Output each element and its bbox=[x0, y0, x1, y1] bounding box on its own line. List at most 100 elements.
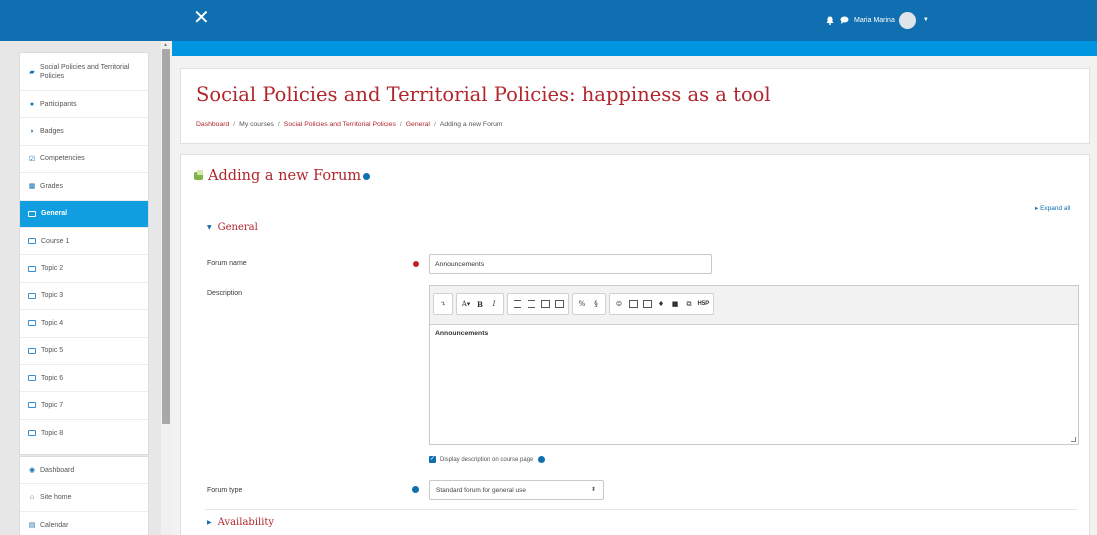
ordered-list-icon[interactable] bbox=[526, 297, 537, 311]
indent-icon[interactable] bbox=[554, 297, 565, 311]
help-icon[interactable] bbox=[412, 486, 419, 493]
nav-item-participants[interactable]: ● Participants bbox=[20, 91, 148, 119]
breadcrumb-course[interactable]: Social Policies and Territorial Policies bbox=[284, 121, 396, 128]
h5p-icon[interactable]: H5P bbox=[698, 297, 710, 311]
forum-name-input[interactable] bbox=[429, 254, 712, 274]
nav-item-topic-8[interactable]: Topic 8 bbox=[20, 420, 148, 447]
editor-content[interactable]: Announcements bbox=[430, 325, 1078, 342]
nav-item-site-home[interactable]: ⌂ Site home bbox=[20, 484, 148, 512]
editor-toolbar: ↴ A▾ B I % § ☺ ♦ ■ ⧉ H5P bbox=[430, 286, 1078, 325]
nav-item-label: Topic 7 bbox=[41, 401, 64, 409]
display-description-label: Display description on course page bbox=[440, 456, 534, 463]
unlink-icon[interactable]: § bbox=[591, 297, 602, 311]
section-availability-toggle[interactable]: ▶ Availability bbox=[207, 517, 274, 528]
form-heading-text: Adding a new Forum bbox=[208, 168, 362, 184]
expand-all-link[interactable]: ▸ Expand all bbox=[1035, 204, 1070, 212]
toolbar-group-links: % § bbox=[572, 293, 606, 315]
breadcrumb-current: Adding a new Forum bbox=[439, 121, 503, 128]
nav-item-course-1[interactable]: Course 1 bbox=[20, 228, 148, 256]
copy-icon[interactable]: ⧉ bbox=[684, 297, 695, 311]
description-editor[interactable]: ↴ A▾ B I % § ☺ ♦ ■ ⧉ H5P Announcements bbox=[429, 285, 1079, 445]
select-arrows-icon: ⬍ bbox=[590, 487, 596, 493]
bell-icon[interactable] bbox=[826, 16, 834, 25]
help-icon[interactable] bbox=[363, 172, 371, 180]
section-general-toggle[interactable]: ▼ General bbox=[207, 222, 258, 233]
breadcrumb-separator: / bbox=[277, 121, 280, 128]
folder-icon bbox=[28, 375, 36, 382]
scroll-up-icon[interactable]: ▲ bbox=[163, 42, 168, 48]
nav-item-label: Grades bbox=[40, 182, 63, 190]
toolbar-toggle-icon[interactable]: ↴ bbox=[438, 297, 449, 311]
nav-item-topic-3[interactable]: Topic 3 bbox=[20, 283, 148, 311]
close-drawer-button[interactable]: ✕ bbox=[193, 8, 213, 28]
nav-item-label: Topic 4 bbox=[41, 319, 64, 327]
folder-icon bbox=[28, 265, 36, 272]
breadcrumb-separator: / bbox=[433, 121, 436, 128]
graduation-cap-icon: ▰ bbox=[29, 68, 35, 76]
resize-handle[interactable] bbox=[1071, 437, 1076, 442]
media-icon[interactable] bbox=[642, 297, 653, 311]
emoji-icon[interactable]: ☺ bbox=[614, 297, 625, 311]
nav-item-label: Dashboard bbox=[40, 466, 75, 474]
forum-type-select[interactable]: Standard forum for general use ⬍ bbox=[429, 480, 604, 500]
nav-item-dashboard[interactable]: ◉ Dashboard bbox=[20, 457, 148, 485]
italic-icon[interactable]: I bbox=[489, 297, 500, 311]
nav-item-label: Topic 3 bbox=[41, 292, 64, 300]
breadcrumb-general[interactable]: General bbox=[406, 121, 430, 128]
page-header: Social Policies and Territorial Policies… bbox=[180, 68, 1090, 144]
nav-item-label: Topic 2 bbox=[41, 265, 64, 273]
nav-item-label: Calendar bbox=[40, 521, 69, 529]
breadcrumb-separator: / bbox=[399, 121, 402, 128]
nav-item-general[interactable]: General bbox=[20, 200, 148, 228]
nav-item-competencies[interactable]: ☑ Competencies bbox=[20, 146, 148, 174]
font-style-icon[interactable]: A▾ bbox=[461, 297, 472, 311]
forum-type-value: Standard forum for general use bbox=[436, 486, 526, 494]
outdent-icon[interactable] bbox=[540, 297, 551, 311]
nav-item-course-home[interactable]: ▰ Social Policies and Territorial Polici… bbox=[20, 53, 148, 91]
folder-icon bbox=[28, 347, 36, 354]
dashboard-icon: ◉ bbox=[28, 467, 36, 475]
shield-icon: ◗ bbox=[29, 128, 35, 136]
caret-down-icon[interactable]: ▼ bbox=[923, 17, 929, 23]
user-name[interactable]: Maria Marina bbox=[854, 17, 895, 24]
nav-item-topic-2[interactable]: Topic 2 bbox=[20, 255, 148, 283]
required-icon bbox=[413, 261, 419, 267]
site-nav-group: ◉ Dashboard ⌂ Site home ▤ Calendar bbox=[19, 456, 149, 535]
drawer-scrollbar-thumb[interactable] bbox=[162, 49, 170, 424]
chat-icon[interactable] bbox=[840, 16, 849, 24]
nav-item-label: Topic 5 bbox=[41, 347, 64, 355]
caret-right-icon: ▸ bbox=[1035, 205, 1039, 212]
drawer-scrollbar[interactable]: ▲ bbox=[161, 41, 172, 535]
breadcrumb-dashboard[interactable]: Dashboard bbox=[196, 121, 229, 128]
link-icon[interactable]: % bbox=[577, 297, 588, 311]
forum-name-label: Forum name bbox=[207, 260, 247, 267]
microphone-icon[interactable]: ♦ bbox=[656, 297, 667, 311]
nav-item-topic-7[interactable]: Topic 7 bbox=[20, 392, 148, 420]
course-nav-group: ▰ Social Policies and Territorial Polici… bbox=[19, 52, 149, 455]
expand-all-label: Expand all bbox=[1040, 205, 1071, 212]
nav-item-label: Participants bbox=[40, 100, 77, 108]
user-menu-area: Maria Marina ▼ bbox=[826, 10, 929, 30]
display-description-checkbox[interactable]: ✓ bbox=[429, 456, 436, 463]
nav-item-calendar[interactable]: ▤ Calendar bbox=[20, 512, 148, 535]
forum-form: Adding a new Forum ▸ Expand all ▼ Genera… bbox=[180, 154, 1090, 535]
nav-item-topic-4[interactable]: Topic 4 bbox=[20, 310, 148, 338]
nav-item-topic-5[interactable]: Topic 5 bbox=[20, 338, 148, 365]
folder-icon bbox=[28, 430, 36, 437]
bold-icon[interactable]: B bbox=[475, 297, 486, 311]
nav-item-badges[interactable]: ◗ Badges bbox=[20, 118, 148, 146]
help-icon[interactable] bbox=[538, 456, 546, 463]
nav-item-label: Competencies bbox=[40, 155, 85, 163]
users-icon: ● bbox=[29, 100, 35, 108]
display-description-row: ✓ Display description on course page bbox=[429, 456, 546, 463]
toolbar-group-lists bbox=[507, 293, 569, 315]
breadcrumb-my-courses[interactable]: My courses bbox=[239, 121, 274, 128]
nav-item-grades[interactable]: ▦ Grades bbox=[20, 173, 148, 201]
avatar[interactable] bbox=[898, 11, 916, 29]
forum-type-label: Forum type bbox=[207, 487, 243, 494]
video-icon[interactable]: ■ bbox=[670, 297, 681, 311]
toolbar-group-collapse: ↴ bbox=[433, 293, 453, 315]
image-icon[interactable] bbox=[628, 297, 639, 311]
nav-item-topic-6[interactable]: Topic 6 bbox=[20, 365, 148, 393]
unordered-list-icon[interactable] bbox=[512, 297, 523, 311]
